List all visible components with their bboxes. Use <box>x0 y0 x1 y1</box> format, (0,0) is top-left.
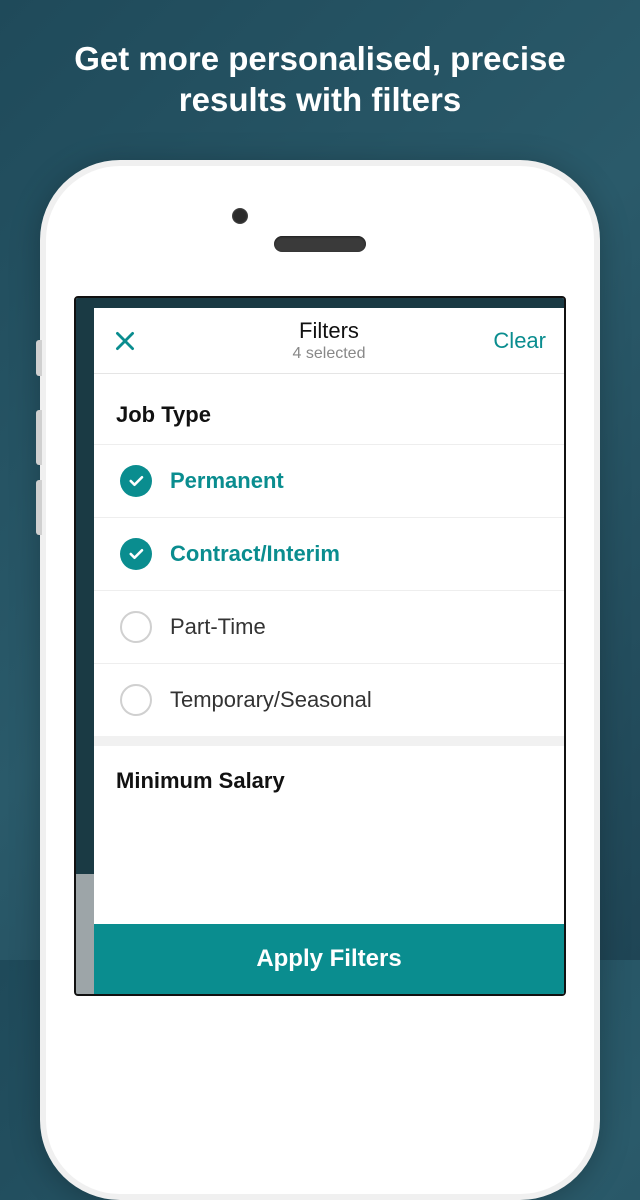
app-screen: Filters 4 selected Clear Job Type Perman… <box>74 296 566 996</box>
close-button[interactable] <box>112 328 138 354</box>
navbar-subtitle: 4 selected <box>192 345 466 363</box>
navbar-title: Filters <box>192 318 466 344</box>
circle-icon <box>120 611 152 643</box>
phone-frame: Filters 4 selected Clear Job Type Perman… <box>40 160 600 1200</box>
circle-icon <box>120 684 152 716</box>
apply-filters-button[interactable]: Apply Filters <box>94 924 564 994</box>
phone-side-button <box>36 480 42 535</box>
checkmark-icon <box>120 538 152 570</box>
job-type-option[interactable]: Part-Time <box>94 590 564 663</box>
section-heading-job-type: Job Type <box>94 374 564 444</box>
clear-button[interactable]: Clear <box>493 328 546 353</box>
section-heading-minimum-salary: Minimum Salary <box>94 736 564 812</box>
phone-speaker <box>274 236 366 252</box>
promo-headline: Get more personalised, precise results w… <box>0 0 640 121</box>
filters-modal: Filters 4 selected Clear Job Type Perman… <box>94 308 564 994</box>
checkmark-icon <box>120 465 152 497</box>
option-label: Part-Time <box>170 614 266 640</box>
option-label: Contract/Interim <box>170 541 340 567</box>
option-label: Temporary/Seasonal <box>170 687 372 713</box>
job-type-option[interactable]: Temporary/Seasonal <box>94 663 564 736</box>
phone-camera <box>232 208 248 224</box>
job-type-option[interactable]: Contract/Interim <box>94 517 564 590</box>
close-icon <box>112 328 138 354</box>
phone-side-button <box>36 410 42 465</box>
filters-navbar: Filters 4 selected Clear <box>94 308 564 374</box>
job-type-option[interactable]: Permanent <box>94 444 564 517</box>
phone-side-button <box>36 340 42 376</box>
option-label: Permanent <box>170 468 284 494</box>
